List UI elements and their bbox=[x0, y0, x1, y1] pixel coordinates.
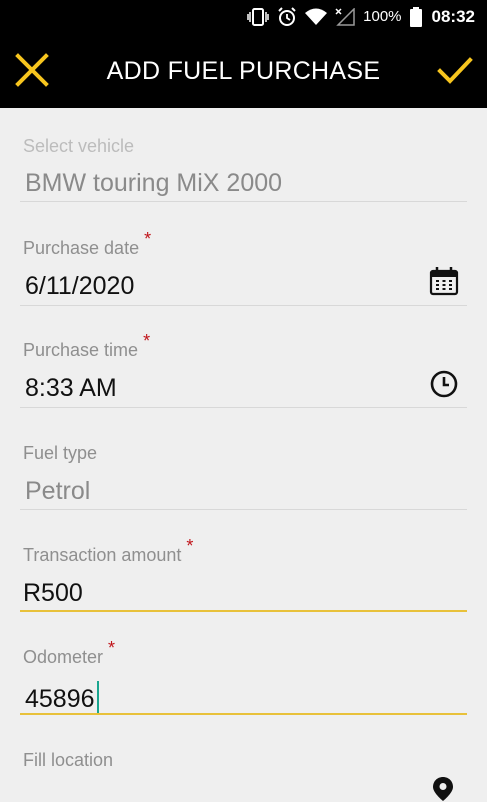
fuel-type-value: Petrol bbox=[25, 477, 91, 505]
fuel-type-label: Fuel type bbox=[23, 443, 98, 463]
required-marker: * bbox=[143, 331, 151, 351]
transaction-amount-underline bbox=[20, 610, 467, 612]
required-marker: * bbox=[108, 638, 116, 658]
purchase-date-value: 6/11/2020 bbox=[25, 272, 135, 300]
required-marker: * bbox=[144, 229, 152, 249]
vehicle-underline bbox=[20, 201, 467, 202]
clock-icon[interactable] bbox=[429, 369, 459, 399]
purchase-time-value: 8:33 AM bbox=[25, 374, 117, 402]
fill-location-label: Fill location bbox=[23, 750, 114, 770]
status-time: 08:32 bbox=[431, 6, 475, 26]
app-bar: ADD FUEL PURCHASE bbox=[0, 33, 487, 108]
battery-percent: 100% bbox=[363, 8, 402, 25]
transaction-amount-input[interactable]: R500 bbox=[23, 579, 83, 608]
required-marker: * bbox=[186, 536, 194, 556]
transaction-amount-label: Transaction amount * bbox=[23, 536, 194, 565]
purchase-date-field[interactable]: Purchase date * 6/11/2020 bbox=[20, 229, 467, 307]
fuel-type-underline bbox=[20, 509, 467, 510]
odometer-underline bbox=[20, 713, 467, 715]
battery-icon bbox=[409, 6, 422, 27]
odometer-label: Odometer * bbox=[23, 638, 116, 667]
vibrate-icon bbox=[247, 7, 269, 26]
fuel-type-field[interactable]: Fuel type Petrol bbox=[20, 437, 467, 512]
purchase-time-underline bbox=[20, 407, 467, 408]
transaction-amount-field[interactable]: Transaction amount * R500 bbox=[20, 536, 467, 614]
signal-icon bbox=[335, 7, 355, 26]
purchase-date-underline bbox=[20, 305, 467, 306]
wifi-icon bbox=[305, 8, 328, 25]
check-icon[interactable] bbox=[437, 52, 473, 88]
odometer-input[interactable]: 45896 bbox=[25, 681, 99, 714]
purchase-time-field[interactable]: Purchase time * 8:33 AM bbox=[20, 331, 467, 409]
vehicle-field[interactable]: Select vehicle BMW touring MiX 2000 bbox=[20, 130, 467, 205]
text-cursor bbox=[96, 681, 99, 713]
status-bar: 100% 08:32 bbox=[0, 0, 487, 33]
calendar-icon[interactable] bbox=[429, 266, 459, 296]
vehicle-label: Select vehicle bbox=[23, 136, 135, 156]
vehicle-value: BMW touring MiX 2000 bbox=[25, 169, 283, 197]
fill-location-field[interactable]: Fill location bbox=[20, 744, 467, 802]
alarm-icon bbox=[278, 6, 296, 26]
odometer-field[interactable]: Odometer * 45896 bbox=[20, 638, 467, 716]
page-title: ADD FUEL PURCHASE bbox=[106, 57, 381, 85]
purchase-time-label: Purchase time * bbox=[23, 331, 151, 360]
purchase-date-label: Purchase date * bbox=[23, 229, 152, 258]
location-pin-icon[interactable] bbox=[431, 776, 455, 802]
